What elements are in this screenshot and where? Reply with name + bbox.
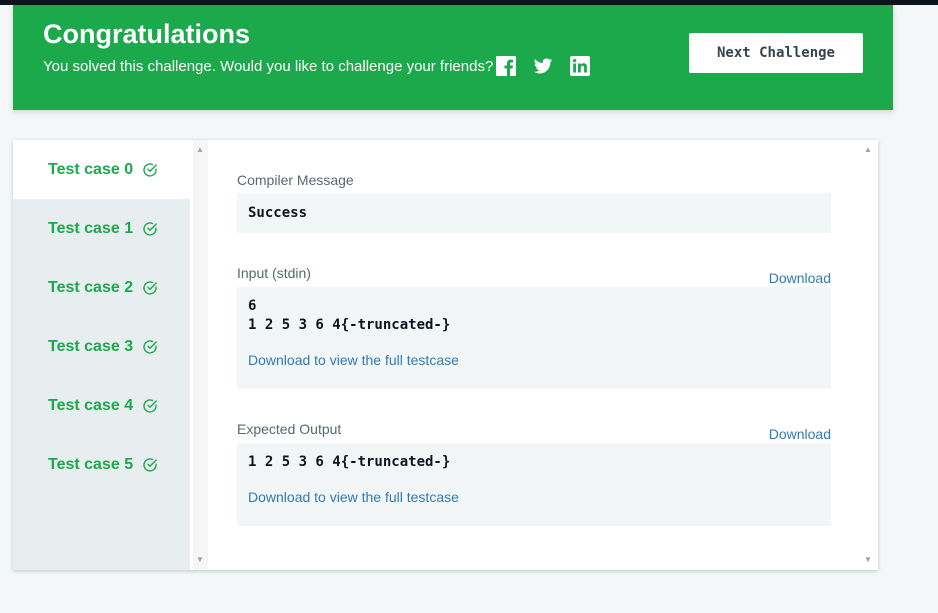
linkedin-icon[interactable] (570, 56, 590, 76)
expected-download-link[interactable]: Download (769, 426, 831, 442)
tab-test-case-0[interactable]: Test case 0 (13, 140, 190, 199)
input-box: 6 1 2 5 3 6 4{-truncated-} Download to v… (237, 287, 831, 389)
input-line: 1 2 5 3 6 4{-truncated-} (248, 317, 451, 333)
twitter-icon[interactable] (533, 56, 553, 76)
check-circle-icon (143, 221, 157, 236)
check-circle-icon (143, 457, 157, 472)
check-circle-icon (143, 280, 157, 295)
tab-label: Test case 0 (48, 160, 134, 178)
scroll-up-arrow-icon[interactable]: ▲ (864, 146, 872, 154)
tab-label: Test case 3 (48, 337, 134, 355)
tab-label: Test case 5 (48, 455, 134, 473)
compiler-message-label: Compiler Message (237, 172, 354, 188)
expected-output-label: Expected Output (237, 421, 342, 437)
tab-test-case-5[interactable]: Test case 5 (13, 435, 190, 494)
input-line: 6 (248, 298, 257, 314)
tab-label: Test case 2 (48, 278, 134, 296)
success-banner: Congratulations You solved this challeng… (13, 5, 893, 110)
test-case-output: Compiler Message Success Input (stdin) D… (237, 140, 831, 570)
next-challenge-button[interactable]: Next Challenge (689, 33, 863, 73)
tab-test-case-4[interactable]: Test case 4 (13, 376, 190, 435)
expected-output-line: 1 2 5 3 6 4{-truncated-} (248, 454, 451, 470)
check-circle-icon (143, 162, 157, 177)
expected-output-box: 1 2 5 3 6 4{-truncated-} Download to vie… (237, 443, 831, 526)
tab-label: Test case 4 (48, 396, 134, 414)
test-results-panel: Test case 0 Test case 1 Test case 2 Test… (13, 140, 878, 570)
tab-label: Test case 1 (48, 219, 134, 237)
scroll-down-arrow-icon[interactable]: ▼ (196, 556, 204, 564)
input-label: Input (stdin) (237, 265, 311, 281)
input-full-testcase-link[interactable]: Download to view the full testcase (248, 352, 459, 368)
input-download-link[interactable]: Download (769, 270, 831, 286)
content-scrollbar[interactable]: ▲ ▼ (861, 140, 876, 570)
check-circle-icon (143, 339, 157, 354)
expected-full-testcase-link[interactable]: Download to view the full testcase (248, 489, 459, 505)
tab-test-case-2[interactable]: Test case 2 (13, 258, 190, 317)
banner-subtitle: You solved this challenge. Would you lik… (43, 58, 494, 75)
test-case-tabs: Test case 0 Test case 1 Test case 2 Test… (13, 140, 190, 570)
tab-test-case-3[interactable]: Test case 3 (13, 317, 190, 376)
scroll-down-arrow-icon[interactable]: ▼ (864, 556, 872, 564)
facebook-icon[interactable] (496, 56, 516, 76)
check-circle-icon (143, 398, 157, 413)
compiler-message: Success (248, 205, 308, 221)
tabs-scrollbar[interactable]: ▲ ▼ (193, 140, 208, 570)
tab-test-case-1[interactable]: Test case 1 (13, 199, 190, 258)
banner-title: Congratulations (43, 19, 250, 49)
scroll-up-arrow-icon[interactable]: ▲ (196, 146, 204, 154)
compiler-message-box: Success (237, 193, 831, 233)
